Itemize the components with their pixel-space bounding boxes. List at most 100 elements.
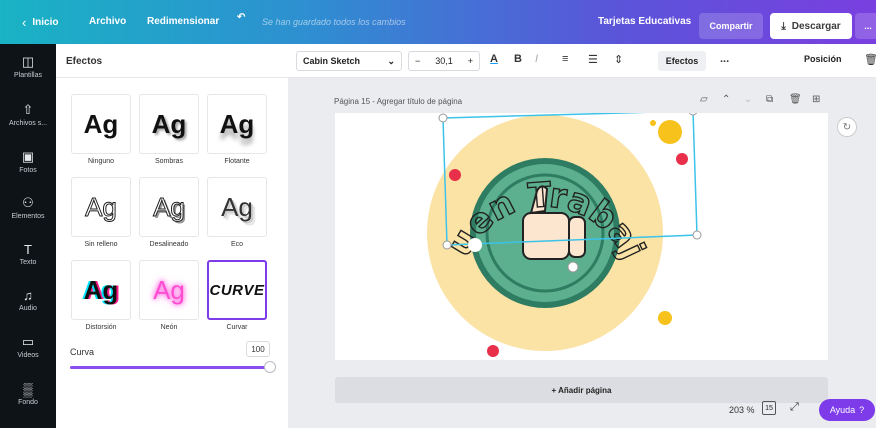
chevron-up-icon[interactable]: ⌃ bbox=[722, 94, 730, 105]
panel-header: Efectos bbox=[56, 44, 288, 78]
rail-item-fotos[interactable]: ▣ Fotos bbox=[0, 149, 56, 174]
red-dot bbox=[449, 169, 461, 181]
effect-sin-relleno[interactable]: Ag bbox=[71, 177, 131, 237]
decrease-size-button[interactable]: − bbox=[415, 56, 420, 66]
effect-sombras[interactable]: Ag bbox=[139, 94, 199, 154]
home-button[interactable]: ‹ Inicio bbox=[22, 15, 58, 30]
badge-graphic: Buen Trabajo bbox=[321, 81, 702, 357]
fullscreen-icon[interactable]: ⤢ bbox=[790, 401, 799, 414]
rail-label: Elementos bbox=[11, 213, 45, 220]
rail-item-plantillas[interactable]: ◫ Plantillas bbox=[0, 54, 56, 79]
resize-menu[interactable]: Redimensionar bbox=[147, 16, 219, 27]
left-rail: ◫ Plantillas ⇧ Archivos s... ▣ Fotos ⚇ E… bbox=[0, 44, 56, 428]
help-question: ? bbox=[859, 405, 865, 415]
delete-page-icon[interactable]: 🗑 bbox=[789, 94, 802, 105]
effect-label: Neón bbox=[160, 324, 178, 331]
text-color-icon[interactable]: A bbox=[490, 53, 498, 65]
effect-desalineado[interactable]: Ag bbox=[139, 177, 199, 237]
share-button[interactable]: Compartir bbox=[699, 13, 763, 39]
effect-label: Desalineado bbox=[149, 241, 189, 248]
download-button[interactable]: ⤓ Descargar bbox=[770, 13, 852, 39]
italic-icon[interactable]: I bbox=[535, 53, 538, 65]
rotate-handle[interactable] bbox=[567, 261, 579, 273]
trash-icon[interactable]: 🗑 bbox=[864, 53, 876, 66]
resize-handle[interactable] bbox=[442, 240, 452, 250]
effect-sample: Ag bbox=[85, 191, 118, 222]
position-button[interactable]: Posición bbox=[804, 54, 842, 64]
rail-item-audio[interactable]: ♫ Audio bbox=[0, 288, 56, 312]
rail-item-texto[interactable]: T Texto bbox=[0, 242, 56, 266]
resize-handle[interactable] bbox=[692, 230, 702, 240]
red-dot bbox=[487, 345, 499, 357]
effect-label: Distorsión bbox=[85, 324, 117, 331]
more-options-button[interactable]: ... bbox=[855, 13, 876, 39]
add-page-button[interactable]: + Añadir página bbox=[335, 377, 828, 403]
align-center-icon[interactable]: ≡ bbox=[562, 53, 568, 65]
rail-label: Videos bbox=[17, 352, 39, 359]
template-icon: ◫ bbox=[21, 54, 35, 69]
effect-flotante[interactable]: Ag bbox=[207, 94, 267, 154]
help-button[interactable]: Ayuda ? bbox=[819, 399, 875, 421]
effect-distorsion[interactable]: Ag bbox=[71, 260, 131, 320]
resize-handle[interactable] bbox=[438, 113, 448, 123]
undo-icon[interactable]: ↶ bbox=[237, 12, 245, 23]
help-label: Ayuda bbox=[829, 405, 856, 415]
text-icon: T bbox=[24, 242, 32, 257]
design-page[interactable]: Buen Trabajo bbox=[321, 81, 828, 360]
rail-label: Fondo bbox=[18, 399, 38, 406]
effect-ninguno[interactable]: Ag bbox=[71, 94, 131, 154]
bold-icon[interactable]: B bbox=[514, 53, 522, 65]
design-title[interactable]: Tarjetas Educativas bbox=[598, 16, 691, 27]
add-page-icon[interactable]: ⊞ bbox=[812, 94, 820, 105]
effect-sample: Ag bbox=[153, 191, 186, 222]
yellow-dot bbox=[658, 120, 682, 144]
rail-item-uploads[interactable]: ⇧ Archivos s... bbox=[0, 102, 56, 127]
rail-item-videos[interactable]: ▭ Videos bbox=[0, 334, 56, 359]
zoom-level[interactable]: 203 % bbox=[729, 405, 755, 415]
curve-label: Curva bbox=[70, 347, 95, 357]
yellow-dot bbox=[658, 311, 672, 325]
increase-size-button[interactable]: + bbox=[468, 56, 473, 66]
rail-label: Texto bbox=[19, 259, 37, 266]
effect-sample: Ag bbox=[153, 274, 185, 305]
more-text-options[interactable]: ... bbox=[720, 53, 729, 65]
home-label: Inicio bbox=[32, 17, 59, 28]
effect-sample: CURVE bbox=[209, 281, 265, 299]
note-icon[interactable]: ▱ bbox=[700, 94, 708, 105]
page-count-badge[interactable]: 15 bbox=[762, 401, 776, 415]
refresh-icon[interactable]: ↻ bbox=[837, 117, 857, 137]
effect-sample: Ag bbox=[221, 191, 253, 222]
page-title-label[interactable]: Página 15 - Agregar título de página bbox=[334, 97, 462, 106]
save-status: Se han guardado todos los cambios bbox=[262, 17, 406, 27]
curve-slider-thumb[interactable] bbox=[264, 361, 276, 373]
chevron-down-icon[interactable]: ⌄ bbox=[744, 94, 752, 105]
list-icon[interactable]: ☰ bbox=[588, 53, 598, 66]
effect-sample: Ag bbox=[83, 108, 119, 139]
rail-label: Fotos bbox=[19, 167, 37, 174]
rail-item-elementos[interactable]: ⚇ Elementos bbox=[0, 195, 56, 220]
effect-curvar[interactable]: CURVE bbox=[207, 260, 267, 320]
file-menu[interactable]: Archivo bbox=[89, 16, 126, 27]
font-select[interactable]: Cabin Sketch ⌄ bbox=[296, 51, 402, 71]
effect-label: Flotante bbox=[224, 158, 250, 165]
curve-slider-fill bbox=[70, 366, 270, 369]
effect-neon[interactable]: Ag bbox=[139, 260, 199, 320]
spacing-icon[interactable]: ⇕ bbox=[614, 53, 623, 66]
audio-icon: ♫ bbox=[23, 288, 33, 303]
rail-label: Archivos s... bbox=[8, 120, 48, 127]
duplicate-icon[interactable]: ⧉ bbox=[766, 94, 773, 105]
top-bar: ‹ Inicio Archivo Redimensionar ↶ Se han … bbox=[0, 0, 876, 44]
panel-title: Efectos bbox=[66, 56, 103, 67]
effect-eco[interactable]: Ag bbox=[207, 177, 267, 237]
resize-handle[interactable] bbox=[688, 106, 698, 116]
red-dot bbox=[676, 153, 688, 165]
font-size-stepper[interactable]: − 30,1 + bbox=[408, 51, 480, 71]
effect-sample: Ag bbox=[151, 108, 187, 139]
curve-slider[interactable] bbox=[70, 361, 276, 373]
rail-item-fondo[interactable]: ▒ Fondo bbox=[0, 382, 56, 406]
curve-value-input[interactable]: 100 bbox=[246, 341, 270, 357]
effects-button[interactable]: Efectos bbox=[658, 51, 706, 71]
video-icon: ▭ bbox=[21, 334, 35, 349]
font-size-value[interactable]: 30,1 bbox=[435, 56, 453, 66]
font-name: Cabin Sketch bbox=[303, 56, 361, 66]
